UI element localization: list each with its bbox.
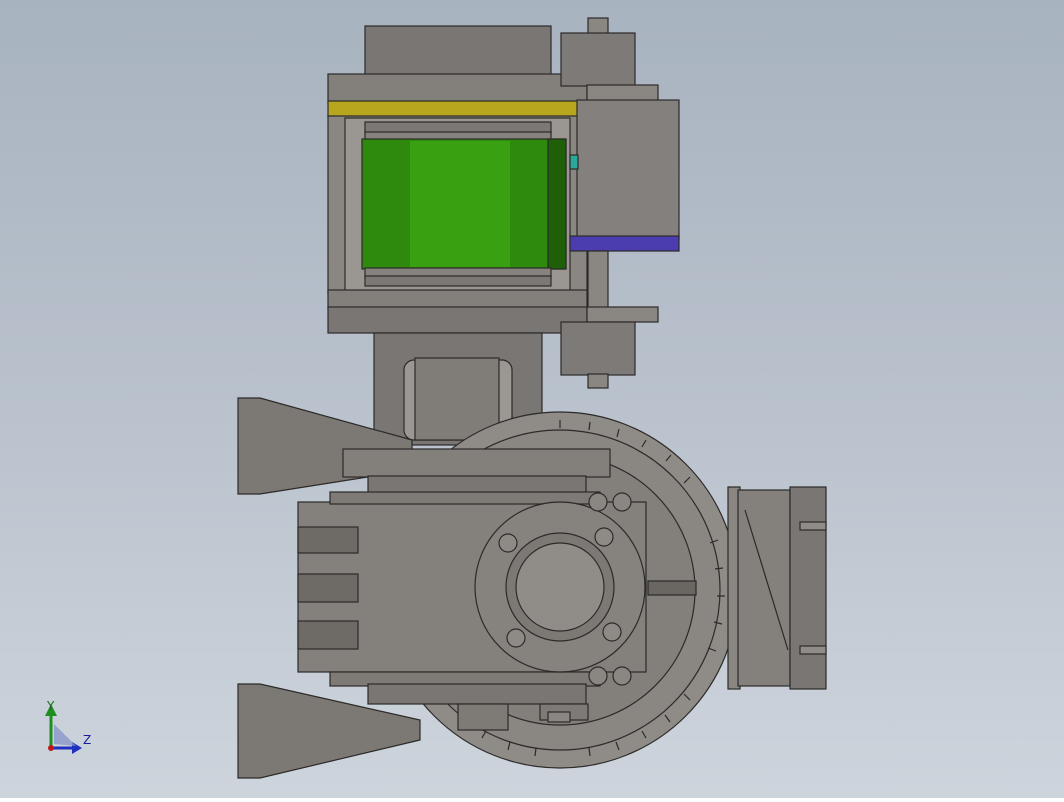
gearbox-foot — [367, 683, 587, 705]
right-cap-tab-2 — [799, 645, 827, 655]
bottom-tab-1 — [457, 703, 509, 731]
base-plate — [342, 448, 611, 478]
slot-3 — [297, 620, 359, 650]
right-housing — [737, 489, 791, 687]
side-shaft-bottom — [587, 373, 609, 389]
lower-flange — [327, 289, 588, 309]
bottom-tab-3 — [547, 711, 571, 723]
base-lip — [367, 475, 587, 495]
top-flange — [327, 73, 588, 103]
motor-coil-highlight — [410, 141, 510, 267]
side-bracket-top — [586, 84, 659, 102]
right-housing-cap — [789, 486, 827, 690]
nub-1 — [588, 492, 608, 512]
slot-2 — [297, 573, 359, 603]
side-cylinder-bottom — [560, 321, 636, 376]
bolt-1 — [498, 533, 518, 553]
slot-1 — [297, 526, 359, 554]
output-bore — [515, 542, 605, 632]
bolt-3 — [506, 628, 526, 648]
right-cap-tab-1 — [799, 521, 827, 531]
nub-4 — [612, 666, 632, 686]
top-cylinder — [364, 25, 552, 77]
motor-ring-bottom2 — [364, 275, 552, 287]
side-bracket-bottom — [586, 306, 659, 323]
side-shaft-mid — [587, 250, 609, 312]
graphics-viewport[interactable]: Y Z — [0, 0, 1064, 798]
side-cylinder-top — [560, 32, 636, 87]
nub-2 — [612, 492, 632, 512]
output-key — [647, 580, 697, 596]
blue-plate — [569, 235, 680, 252]
lower-flange-2 — [327, 306, 588, 334]
teal-tab — [569, 154, 579, 170]
motor-coil-shade — [547, 138, 567, 270]
yellow-plate — [327, 100, 588, 118]
cad-model[interactable] — [0, 0, 1064, 798]
nub-3 — [588, 666, 608, 686]
bolt-2 — [594, 527, 614, 547]
sensor-box — [576, 99, 680, 241]
bolt-4 — [602, 622, 622, 642]
